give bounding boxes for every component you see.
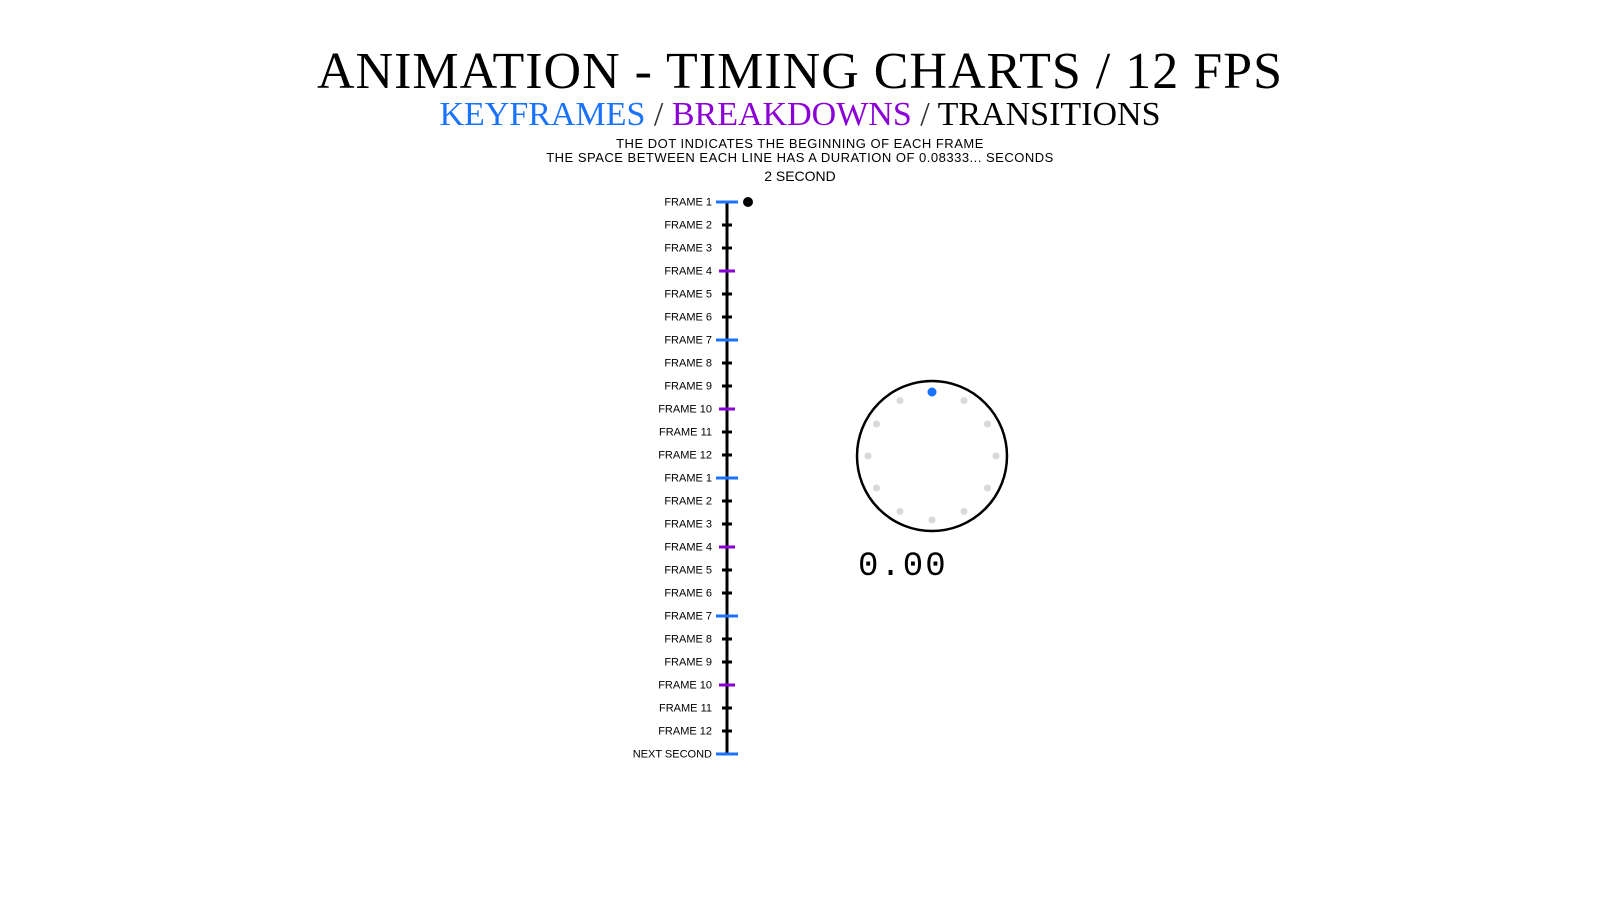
clock-dot bbox=[873, 485, 880, 492]
clock-dot bbox=[961, 397, 968, 404]
clock-dot bbox=[897, 397, 904, 404]
clock-dot bbox=[897, 508, 904, 515]
clock-dot bbox=[865, 453, 872, 460]
clock-dot bbox=[984, 485, 991, 492]
clock-dot bbox=[873, 421, 880, 428]
clock-dot-active bbox=[928, 388, 937, 397]
clock-face bbox=[0, 0, 1600, 900]
clock-dot bbox=[961, 508, 968, 515]
clock-dot bbox=[984, 421, 991, 428]
clock-dot bbox=[929, 517, 936, 524]
clock-ring bbox=[857, 381, 1007, 531]
clock-dot bbox=[993, 453, 1000, 460]
time-counter: 0.00 bbox=[858, 548, 948, 586]
